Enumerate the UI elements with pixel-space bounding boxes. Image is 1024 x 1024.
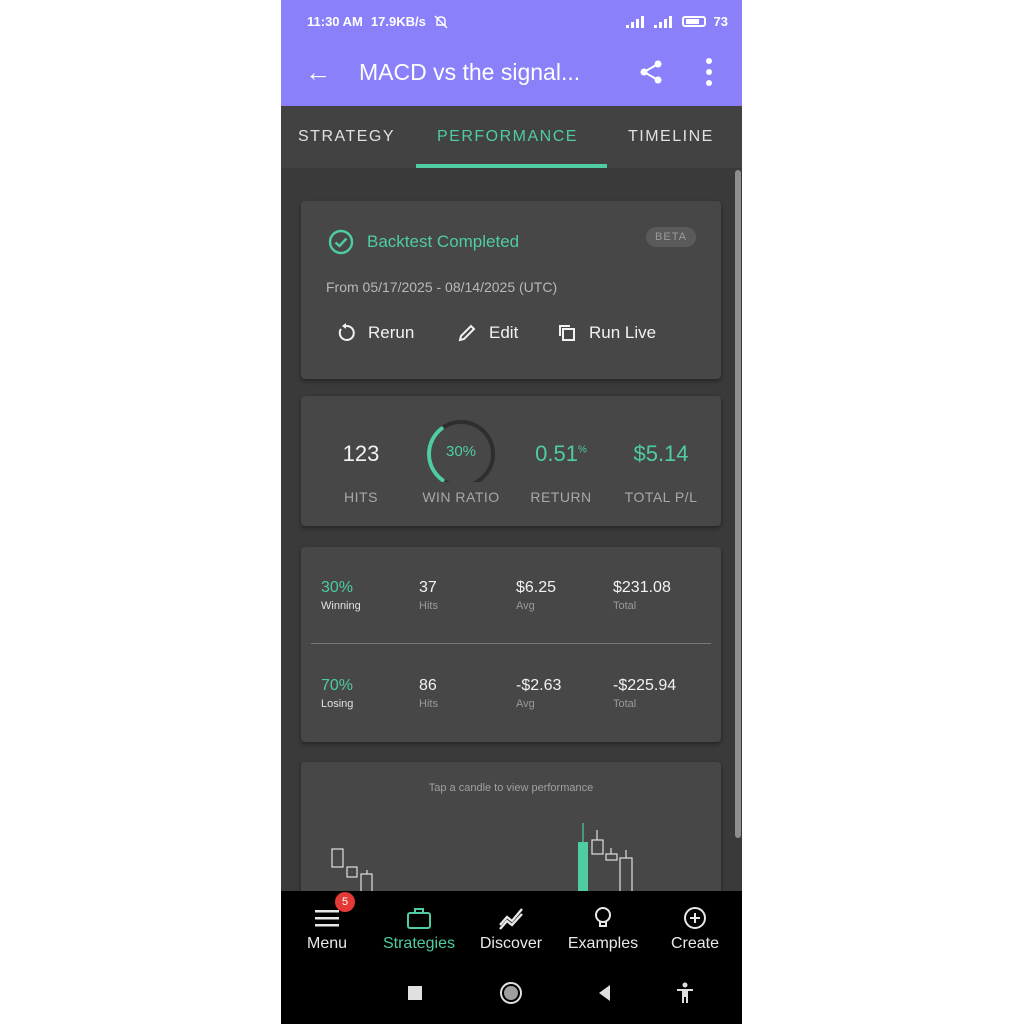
nav-examples-label: Examples <box>567 935 639 952</box>
pencil-icon <box>458 324 476 342</box>
share-icon[interactable] <box>637 58 665 86</box>
lightbulb-icon <box>595 907 611 927</box>
nav-menu-label: Menu <box>306 935 348 952</box>
losing-hits-label: Hits <box>419 698 438 710</box>
signal-icon <box>653 15 674 28</box>
winning-avg: $6.25 <box>516 579 557 596</box>
losing-total-label: Total <box>613 698 637 710</box>
tab-strategy[interactable]: STRATEGY <box>298 128 395 146</box>
run-live-button[interactable]: Run Live <box>557 323 656 343</box>
nav-discover[interactable]: Discover <box>465 891 557 961</box>
tab-performance[interactable]: PERFORMANCE <box>437 128 578 146</box>
bell-off-icon <box>434 15 448 28</box>
winning-hits: 37 <box>419 579 437 596</box>
page-title: MACD vs the signal... <box>359 59 581 85</box>
losing-hits: 86 <box>419 677 437 694</box>
beta-badge: BETA <box>646 227 696 247</box>
refresh-icon <box>338 323 355 341</box>
losing-pct: 70% <box>321 677 354 694</box>
nav-discover-label: Discover <box>479 935 543 952</box>
losing-pct-label: Losing <box>321 698 354 710</box>
copy-icon <box>559 325 575 341</box>
winning-pct-label: Winning <box>321 600 361 612</box>
tap-candle-hint: Tap a candle to view performance <box>428 782 594 794</box>
date-range: From 05/17/2025 - 08/14/2025 (UTC) <box>326 279 558 295</box>
total-pl-label: TOTAL P/L <box>624 489 698 505</box>
win-ratio-label: WIN RATIO <box>422 489 500 505</box>
return-value: 0.51% <box>516 441 606 467</box>
backtest-status: Backtest Completed <box>367 232 520 251</box>
briefcase-icon <box>407 908 431 929</box>
candle-chart[interactable] <box>301 812 721 902</box>
tab-timeline[interactable]: TIMELINE <box>628 128 714 146</box>
candle[interactable] <box>591 839 604 855</box>
system-nav <box>281 961 742 1024</box>
rerun-label: Rerun <box>368 323 415 342</box>
backtest-card: Backtest Completed BETA From 05/17/2025 … <box>301 201 721 379</box>
winning-pct: 30% <box>321 579 354 596</box>
home-circle-icon[interactable] <box>499 981 523 1005</box>
nav-strategies[interactable]: Strategies <box>373 891 465 961</box>
candle[interactable] <box>360 873 373 893</box>
check-circle-icon <box>328 229 354 255</box>
divider <box>311 643 711 644</box>
edit-label: Edit <box>489 323 519 342</box>
edit-button[interactable]: Edit <box>457 323 518 343</box>
clock: 11:30 AM <box>307 14 363 29</box>
losing-avg: -$2.63 <box>516 677 562 694</box>
back-arrow-icon[interactable]: ← <box>305 58 331 86</box>
nav-strategies-label: Strategies <box>382 935 456 952</box>
phone-screen: 11:30 AM 17.9KB/s 73 ← MACD vs the signa… <box>281 0 742 1024</box>
plus-circle-icon <box>684 907 706 929</box>
scrollbar[interactable] <box>735 170 741 838</box>
status-right: 73 <box>625 14 728 29</box>
battery-icon <box>681 16 706 27</box>
nav-create[interactable]: Create <box>649 891 741 961</box>
bottom-nav: 5 Menu Strategies Discover Examples Crea… <box>281 891 742 961</box>
run-live-label: Run Live <box>589 323 657 342</box>
breakdown-card: 30% Winning 37 Hits $6.25 Avg $231.08 To… <box>301 547 721 742</box>
candles-card: Tap a candle to view performance <box>301 762 721 902</box>
candle[interactable] <box>331 848 344 868</box>
winning-total-label: Total <box>613 600 637 612</box>
win-ratio-value: 30% <box>445 443 477 460</box>
menu-icon <box>315 910 339 927</box>
nav-menu[interactable]: 5 Menu <box>281 891 373 961</box>
summary-card: 123 HITS 30% WIN RATIO 0.51% RETURN $5.1… <box>301 396 721 526</box>
nav-create-label: Create <box>670 935 720 952</box>
nav-examples[interactable]: Examples <box>557 891 649 961</box>
signal-icon <box>625 15 646 28</box>
status-bar: 11:30 AM 17.9KB/s 73 <box>281 0 742 44</box>
network-speed: 17.9KB/s <box>370 14 426 29</box>
return-label: RETURN <box>530 489 592 505</box>
trend-icon <box>499 908 523 930</box>
status-left: 11:30 AM 17.9KB/s <box>307 14 448 29</box>
back-triangle-icon[interactable] <box>593 981 617 1005</box>
tab-bar: STRATEGY PERFORMANCE TIMELINE <box>281 106 742 168</box>
losing-total: -$225.94 <box>613 677 677 694</box>
losing-avg-label: Avg <box>516 698 535 710</box>
battery-level: 73 <box>713 14 728 29</box>
accessibility-icon[interactable] <box>673 981 697 1005</box>
app-bar: ← MACD vs the signal... <box>281 44 742 106</box>
return-number: 0.51 <box>535 441 578 466</box>
recents-square-icon[interactable] <box>403 981 427 1005</box>
menu-badge: 5 <box>335 892 355 912</box>
candle[interactable] <box>346 866 358 878</box>
return-unit: % <box>577 444 587 456</box>
tab-indicator <box>416 164 607 168</box>
winning-total: $231.08 <box>613 579 671 596</box>
more-vert-icon[interactable] <box>699 56 719 88</box>
hits-label: HITS <box>344 489 378 505</box>
candle[interactable] <box>605 853 618 861</box>
total-pl-value: $5.14 <box>633 441 689 466</box>
hits-value: 123 <box>342 441 380 466</box>
winning-hits-label: Hits <box>419 600 438 612</box>
winning-avg-label: Avg <box>516 600 535 612</box>
rerun-button[interactable]: Rerun <box>336 323 414 343</box>
